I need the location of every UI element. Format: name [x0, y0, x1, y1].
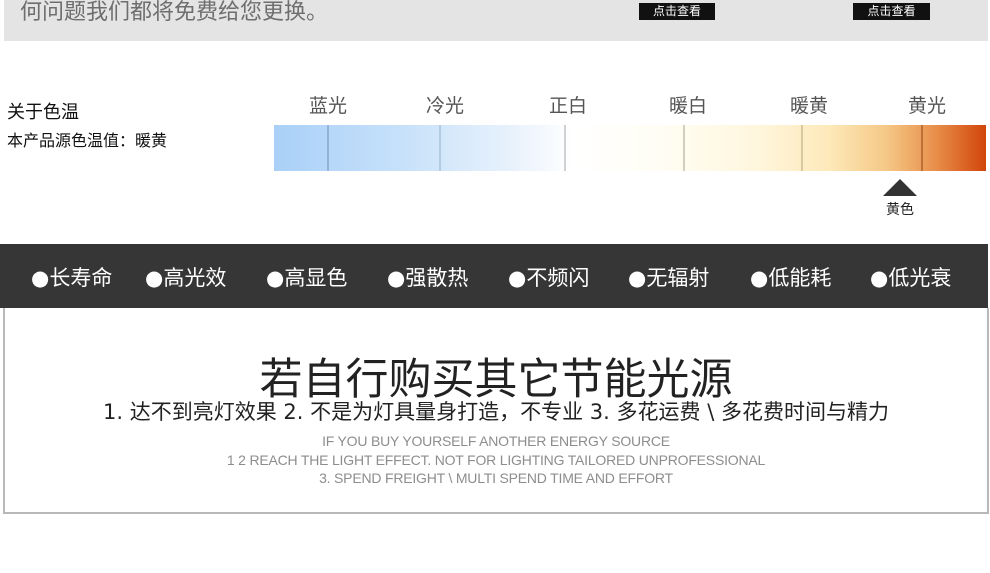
feature-no-radiation: ●无辐射 [628, 266, 710, 290]
feature-heat-dissipation: ●强散热 [387, 266, 469, 290]
ct-label-cool: 冷光 [425, 95, 464, 117]
feature-long-life: ●长寿命 [31, 266, 113, 290]
gradient-divider [921, 125, 923, 171]
view-button-2[interactable]: 点击查看 [853, 3, 930, 20]
product-color-temperature-label: 本产品源色温值：暖黄 [7, 131, 168, 150]
gradient-divider [564, 125, 566, 171]
ct-label-yellow: 黄光 [907, 95, 946, 117]
view-button-1[interactable]: 点击查看 [639, 3, 715, 20]
feature-low-energy: ●低能耗 [750, 266, 832, 290]
top-banner: 何问题我们都将免费给您更换。 点击查看 点击查看 [4, 0, 988, 41]
feature-high-efficiency: ●高光效 [145, 266, 227, 290]
gradient-divider [801, 125, 803, 171]
english-line-3: 3. SPEND FREIGHT \ MULTI SPEND TIME AND … [319, 470, 673, 486]
feature-high-color-rendering: ●高显色 [266, 266, 348, 290]
feature-no-flicker: ●不频闪 [508, 266, 590, 290]
english-line-1: IF YOU BUY YOURSELF ANOTHER ENERGY SOURC… [322, 433, 670, 449]
ct-label-blue: 蓝光 [308, 95, 347, 117]
ct-label-warm-white: 暖白 [668, 95, 707, 117]
gradient-divider [327, 125, 329, 171]
gradient-divider [683, 125, 685, 171]
ct-label-warm-yellow: 暖黄 [789, 95, 828, 117]
feature-low-decay: ●低光衰 [870, 266, 952, 290]
ct-label-neutral: 正白 [548, 95, 587, 117]
color-temperature-title: 关于色温 [7, 102, 79, 123]
marker-label: 黄色 [886, 202, 914, 218]
info-points: 1. 达不到亮灯效果 2. 不是为灯具量身打造，不专业 3. 多花运费 \ 多花… [103, 400, 889, 424]
features-bar: ●长寿命 ●高光效 ●高显色 ●强散热 ●不频闪 ●无辐射 ●低能耗 ●低光衰 [0, 244, 988, 308]
current-temperature-marker-icon [883, 179, 917, 196]
info-box: 若自行购买其它节能光源 1. 达不到亮灯效果 2. 不是为灯具量身打造，不专业 … [3, 308, 989, 514]
banner-text: 何问题我们都将免费给您更换。 [20, 0, 329, 25]
english-line-2: 1 2 REACH THE LIGHT EFFECT. NOT FOR LIGH… [226, 452, 766, 468]
color-temperature-gradient-bar [274, 125, 986, 171]
gradient-divider [439, 125, 441, 171]
